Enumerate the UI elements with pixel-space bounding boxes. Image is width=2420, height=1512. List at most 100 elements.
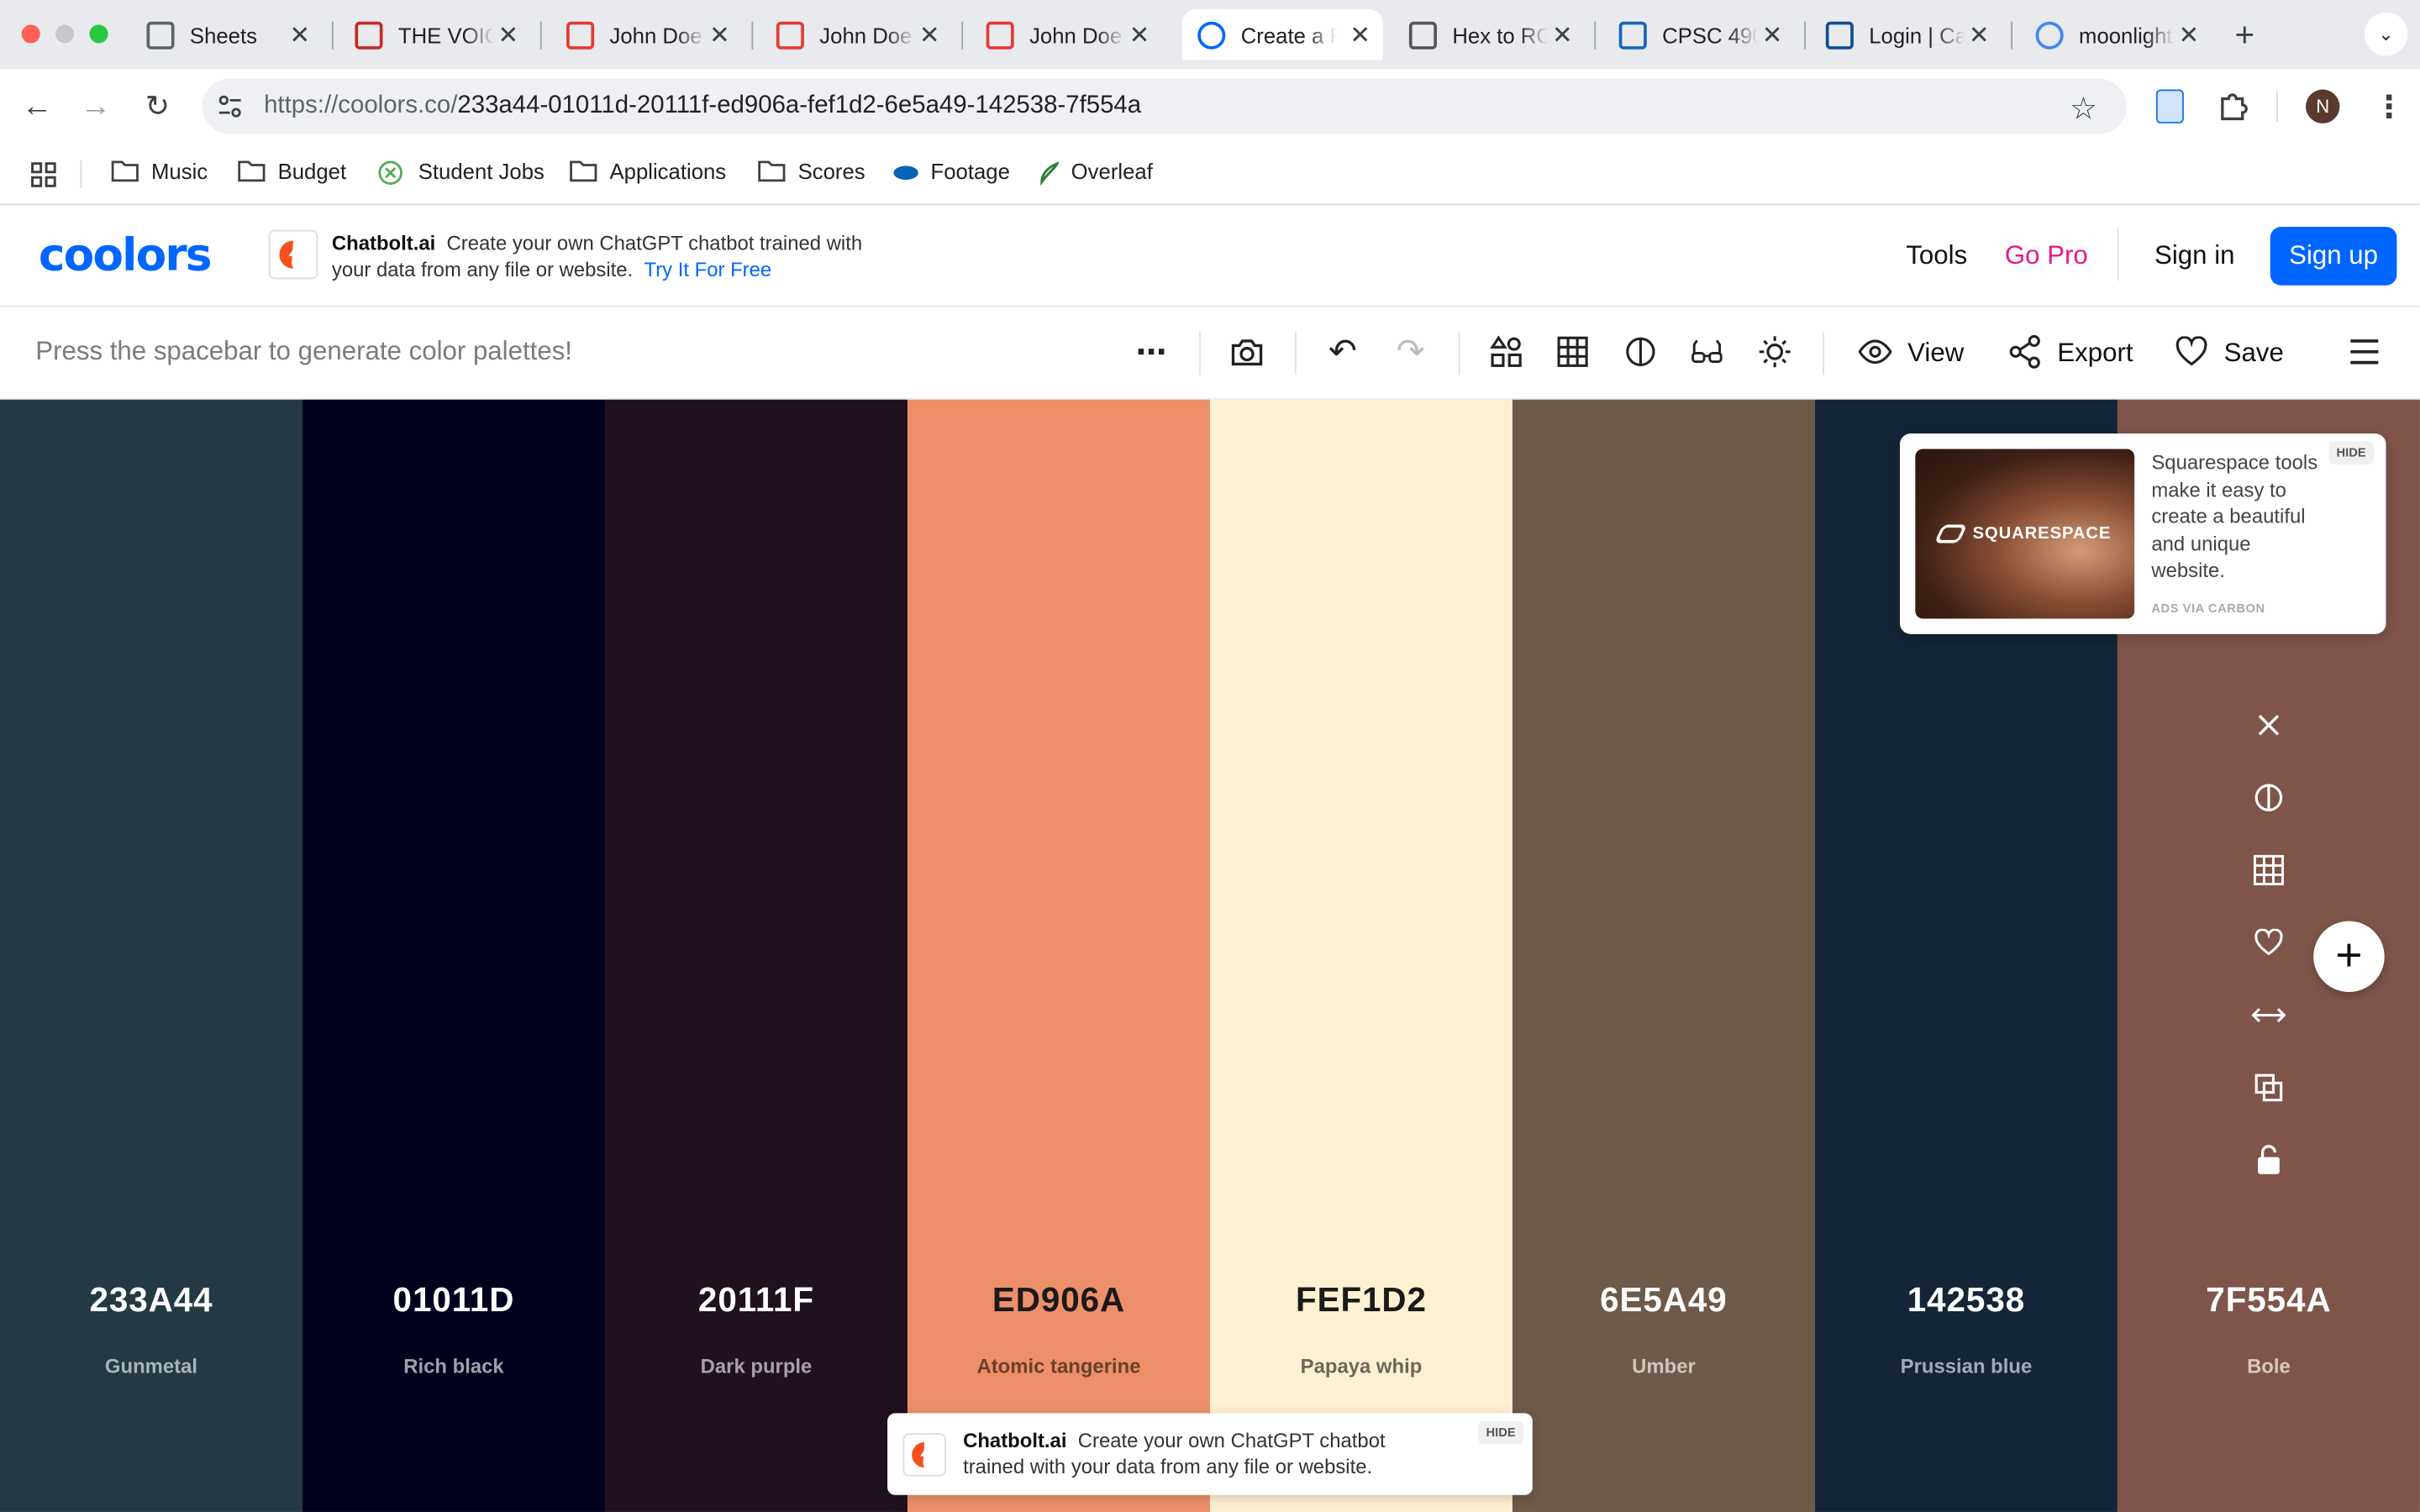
redo-icon[interactable]: ↷ xyxy=(1394,332,1428,370)
color-name[interactable]: Bole xyxy=(2118,1355,2420,1378)
browser-tab[interactable]: THE VOICE✕ xyxy=(339,9,531,60)
glasses-icon[interactable] xyxy=(1690,335,1723,369)
squarespace-ad-image[interactable]: SQUARESPACE xyxy=(1915,449,2135,619)
coolors-logo[interactable]: coolors xyxy=(39,228,213,281)
color-name[interactable]: Prussian blue xyxy=(1815,1355,2118,1378)
remove-color-icon[interactable] xyxy=(2250,706,2287,743)
copy-hex-icon[interactable] xyxy=(2250,1069,2287,1106)
color-column[interactable] xyxy=(907,399,1210,1512)
hide-bottom-ad-button[interactable]: HIDE xyxy=(1478,1420,1523,1445)
hamburger-menu-icon[interactable] xyxy=(2348,335,2381,369)
save-button[interactable]: Save xyxy=(2224,338,2284,369)
bottom-ad[interactable]: Chatbolt.ai Create your own ChatGPT chat… xyxy=(887,1413,1533,1495)
color-hex-code[interactable]: 233A44 xyxy=(0,1280,302,1320)
carbon-ad-via[interactable]: ADS VIA CARBON xyxy=(2151,601,2265,616)
close-tab-icon[interactable]: ✕ xyxy=(2179,19,2200,50)
close-tab-icon[interactable]: ✕ xyxy=(709,19,730,50)
color-hex-code[interactable]: FEF1D2 xyxy=(1210,1280,1512,1320)
undo-icon[interactable]: ↶ xyxy=(1326,332,1360,370)
color-hex-code[interactable]: 6E5A49 xyxy=(1512,1280,1815,1320)
bookmark-item[interactable]: Music xyxy=(111,159,208,184)
browser-tab[interactable]: Login | Canvas✕ xyxy=(1810,9,2002,60)
close-tab-icon[interactable]: ✕ xyxy=(1552,19,1573,50)
grid-view-icon[interactable] xyxy=(1555,335,1589,369)
chatbolt-ad-icon[interactable] xyxy=(268,229,318,280)
export-button[interactable]: Export xyxy=(2057,338,2133,369)
back-button[interactable]: ← xyxy=(18,88,55,125)
shades-icon[interactable] xyxy=(2250,780,2287,816)
contrast-icon[interactable] xyxy=(1623,335,1657,369)
chatbolt-ad-icon[interactable] xyxy=(902,1433,946,1477)
go-pro-link[interactable]: Go Pro xyxy=(2005,241,2088,272)
lock-open-icon[interactable] xyxy=(2250,1142,2287,1179)
color-name[interactable]: Dark purple xyxy=(605,1355,908,1378)
bookmark-item[interactable]: Applications xyxy=(570,159,726,184)
color-hex-code[interactable]: 142538 xyxy=(1815,1280,2118,1320)
carbon-ad-text[interactable]: Squarespace tools make it easy to create… xyxy=(2151,449,2328,584)
share-icon[interactable] xyxy=(2008,334,2042,369)
eye-icon[interactable] xyxy=(1858,335,1892,369)
favorite-color-icon[interactable] xyxy=(2250,924,2287,961)
color-column[interactable] xyxy=(1209,399,1512,1512)
close-tab-icon[interactable]: ✕ xyxy=(290,19,311,50)
color-column[interactable] xyxy=(604,399,908,1512)
extensions-puzzle-icon[interactable] xyxy=(2217,88,2250,130)
bookmark-item[interactable]: Footage xyxy=(891,159,1010,184)
add-color-button[interactable]: + xyxy=(2313,921,2385,992)
close-tab-icon[interactable]: ✕ xyxy=(1969,19,1990,50)
browser-tab[interactable]: John Doe ✕ xyxy=(760,9,952,60)
sign-in-link[interactable]: Sign in xyxy=(2154,241,2234,272)
color-name[interactable]: Papaya whip xyxy=(1210,1355,1512,1378)
sign-up-button[interactable]: Sign up xyxy=(2270,226,2397,286)
shapes-icon[interactable] xyxy=(1489,335,1523,369)
profile-avatar[interactable]: N xyxy=(2306,89,2340,123)
color-hex-code[interactable]: 01011D xyxy=(302,1280,605,1320)
bookmark-item[interactable]: Overleaf xyxy=(1037,159,1153,186)
forward-button[interactable]: → xyxy=(77,88,114,125)
address-bar[interactable]: https://coolors.co/233a44-01011d-20111f-… xyxy=(202,78,2127,134)
carbon-ad[interactable]: SQUARESPACE Squarespace tools make it ea… xyxy=(1899,433,2386,634)
bookmark-item[interactable]: Budget xyxy=(238,159,346,184)
close-tab-icon[interactable]: ✕ xyxy=(1129,19,1150,50)
color-name[interactable]: Rich black xyxy=(302,1355,605,1378)
hide-carbon-ad-button[interactable]: HIDE xyxy=(2328,441,2374,465)
new-tab-button[interactable]: + xyxy=(2235,15,2255,55)
browser-tab[interactable]: Create a Palette ✕ xyxy=(1181,9,1383,60)
color-name[interactable]: Gunmetal xyxy=(0,1355,302,1378)
docs-extension-icon[interactable] xyxy=(2155,89,2184,123)
tab-search-chevron-icon[interactable]: ⌄ xyxy=(2364,12,2408,56)
brightness-icon[interactable] xyxy=(1758,335,1791,369)
browser-tab[interactable]: Hex to RGB✕ xyxy=(1394,9,1586,60)
browser-tab[interactable]: Sheets ✕ xyxy=(131,9,323,60)
browser-tab[interactable]: John Doe ✕ xyxy=(551,9,743,60)
bookmark-item[interactable]: Scores xyxy=(758,159,865,184)
heart-icon[interactable] xyxy=(2175,335,2208,369)
close-window-button[interactable] xyxy=(21,24,40,44)
close-tab-icon[interactable]: ✕ xyxy=(498,19,519,50)
close-tab-icon[interactable]: ✕ xyxy=(1349,19,1370,50)
header-ad-text[interactable]: Chatbolt.ai Create your own ChatGPT chat… xyxy=(332,230,887,282)
color-column[interactable] xyxy=(302,399,605,1512)
browser-menu-icon[interactable]: ⋮ xyxy=(2374,88,2405,127)
browser-tab[interactable]: John Doe ✕ xyxy=(971,9,1162,60)
color-column[interactable] xyxy=(1512,399,1815,1512)
minimize-window-button[interactable] xyxy=(55,24,75,44)
color-hex-code[interactable]: ED906A xyxy=(908,1280,1210,1320)
drag-handle-icon[interactable] xyxy=(2250,997,2287,1034)
color-name[interactable]: Atomic tangerine xyxy=(908,1355,1210,1378)
color-column[interactable] xyxy=(0,399,302,1512)
color-grid-icon[interactable] xyxy=(2250,852,2287,889)
color-hex-code[interactable]: 7F554A xyxy=(2118,1280,2420,1320)
browser-tab[interactable]: moonlight ✕ xyxy=(2020,9,2212,60)
bookmark-star-icon[interactable]: ☆ xyxy=(2070,90,2097,129)
close-tab-icon[interactable]: ✕ xyxy=(1762,19,1783,50)
view-button[interactable]: View xyxy=(1907,338,1964,369)
tools-link[interactable]: Tools xyxy=(1906,241,1967,272)
maximize-window-button[interactable] xyxy=(89,24,108,44)
color-hex-code[interactable]: 20111F xyxy=(605,1280,908,1320)
bookmark-item[interactable]: Student Jobs xyxy=(378,159,544,185)
apps-grid-icon[interactable] xyxy=(31,162,57,196)
more-options-icon[interactable]: ⋯ xyxy=(1134,335,1168,369)
browser-tab[interactable]: CPSC 490 ✕ xyxy=(1603,9,1795,60)
close-tab-icon[interactable]: ✕ xyxy=(919,19,940,50)
